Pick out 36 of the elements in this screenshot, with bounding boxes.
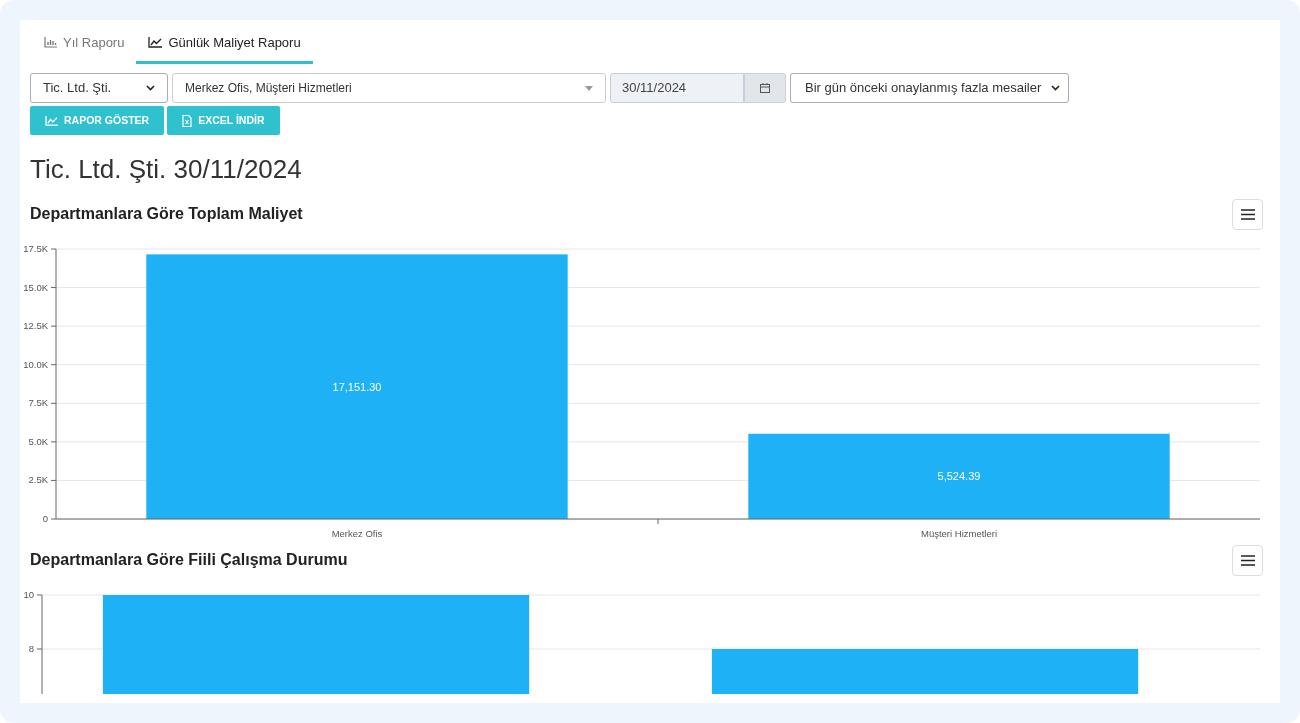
overtime-select[interactable]: Bir gün önceki onaylanmış fazla mesailer — [790, 73, 1069, 103]
chevron-down-icon — [1051, 85, 1060, 91]
date-field[interactable]: 30/11/2024 — [610, 73, 744, 103]
y-axis-label: 5.0K — [28, 435, 48, 447]
line-chart-icon — [45, 115, 58, 126]
chevron-down-icon — [146, 85, 155, 91]
line-chart-icon — [148, 37, 163, 48]
x-axis-label: Merkez Ofis — [331, 528, 383, 539]
menu-button[interactable] — [1232, 544, 1263, 576]
calendar-icon — [760, 83, 770, 93]
y-axis-label: 0 — [42, 513, 48, 524]
y-axis-label: 7.5K — [28, 397, 48, 409]
menu-icon — [1240, 208, 1255, 220]
calendar-button[interactable] — [744, 73, 786, 103]
menu-icon — [1240, 554, 1255, 566]
tab[interactable]: Yıl Raporu — [32, 20, 137, 64]
y-axis-label: 15.0K — [23, 281, 48, 293]
bar-chart-icon — [44, 37, 57, 48]
y-axis-label: 10 — [23, 589, 34, 600]
chart-title: Departmanlara Göre Fiili Çalışma Durumu — [30, 550, 348, 570]
x-axis-label: Müşteri Hizmetleri — [921, 528, 997, 539]
y-axis-label: 2.5K — [28, 474, 48, 486]
y-axis-label: 10.0K — [23, 358, 48, 370]
y-axis-label: 12.5K — [23, 320, 48, 332]
menu-button[interactable] — [1232, 198, 1263, 230]
chart-title: Departmanlara Göre Toplam Maliyet — [30, 204, 303, 224]
bar-value-label: 17,151.30 — [332, 380, 382, 393]
company-select[interactable]: Tic. Ltd. Şti. — [30, 73, 168, 103]
document-icon — [182, 114, 193, 127]
y-axis-label: 8 — [28, 643, 34, 654]
bar-value-label: 5,524.39 — [937, 470, 981, 483]
y-axis-label: 17.5K — [23, 243, 48, 254]
department-select[interactable]: Merkez Ofis, Müşteri Hizmetleri — [172, 73, 606, 103]
tab[interactable]: Günlük Maliyet Raporu — [136, 20, 313, 64]
caret-down-icon — [585, 85, 593, 91]
report-title: Tic. Ltd. Şti. 30/11/2024 — [30, 153, 303, 186]
